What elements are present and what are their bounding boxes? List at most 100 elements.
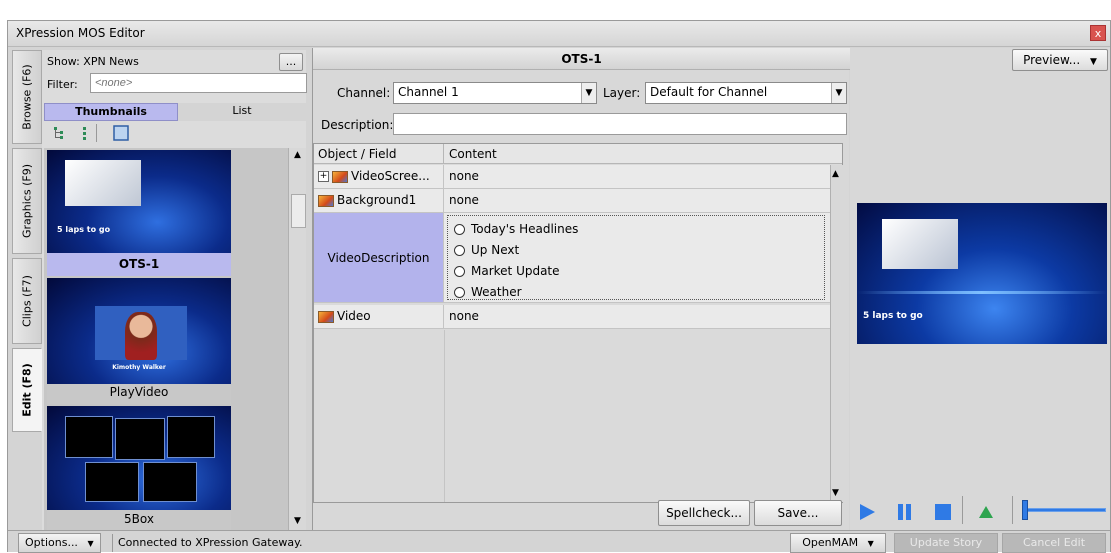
- image-object-icon: [332, 170, 348, 183]
- chevron-down-icon[interactable]: ▼: [581, 83, 596, 103]
- preview-button-label: Preview...: [1023, 53, 1081, 67]
- update-story-button[interactable]: Update Story: [894, 533, 998, 553]
- preview-image: 5 laps to go: [857, 203, 1107, 344]
- grid-row-videoscreen[interactable]: + VideoScree... none: [314, 165, 830, 189]
- row-field: Background1: [314, 189, 444, 212]
- show-browse-button[interactable]: ...: [279, 53, 303, 71]
- radio-option-up-next[interactable]: Up Next: [454, 240, 519, 260]
- scroll-up-icon[interactable]: ▲: [832, 169, 839, 179]
- chevron-down-icon: ▼: [1089, 57, 1097, 67]
- spellcheck-button[interactable]: Spellcheck...: [658, 500, 750, 526]
- preview-overlay-text: 5 laps to go: [863, 311, 923, 321]
- grid-row-videodescription[interactable]: VideoDescription Today's Headlines Up Ne…: [314, 213, 830, 303]
- frame-view-icon[interactable]: [112, 124, 130, 145]
- status-divider: [112, 534, 113, 552]
- scrollbar-thumb[interactable]: [291, 194, 306, 228]
- thumbnail-ots-1-image: 5 laps to go: [47, 150, 231, 253]
- radio-icon[interactable]: [454, 266, 465, 277]
- thumbnail-5box-label: 5Box: [124, 512, 154, 526]
- layer-select[interactable]: Default for Channel ▼: [645, 82, 847, 104]
- timeline-slider-track[interactable]: [1022, 508, 1106, 512]
- radio-icon[interactable]: [454, 245, 465, 256]
- grid-row-video[interactable]: Video none: [314, 305, 830, 329]
- dotted-list-icon[interactable]: [78, 126, 92, 143]
- grid-row-background1[interactable]: Background1 none: [314, 189, 830, 213]
- thumbnail-ots-1-label: OTS-1: [118, 257, 160, 271]
- thumbnail-playvideo-image: Kimothy Walker: [47, 278, 231, 384]
- radio-option-weather[interactable]: Weather: [454, 282, 522, 302]
- row-content[interactable]: none: [445, 189, 830, 212]
- timeline-slider-handle[interactable]: [1022, 500, 1028, 520]
- header-content[interactable]: Content: [445, 144, 825, 163]
- openmam-button-label: OpenMAM: [802, 536, 859, 549]
- window-title: XPression MOS Editor: [16, 26, 145, 40]
- template-title: OTS-1: [313, 48, 850, 70]
- openmam-button[interactable]: OpenMAM ▼: [790, 533, 886, 553]
- radio-group: Today's Headlines Up Next Market Update …: [447, 215, 825, 300]
- field-name: VideoDescription: [314, 213, 444, 302]
- row-content[interactable]: none: [445, 305, 830, 328]
- preview-light-streak: [857, 291, 1107, 294]
- radio-label: Weather: [471, 285, 522, 299]
- image-object-icon: [318, 194, 334, 207]
- stop-icon[interactable]: [934, 503, 952, 524]
- grid-scrollbar[interactable]: ▲ ▼: [830, 165, 843, 502]
- layer-value: Default for Channel: [650, 85, 768, 99]
- row-content[interactable]: none: [445, 165, 830, 188]
- play-icon[interactable]: [858, 503, 876, 524]
- preview-video-box: [882, 219, 958, 269]
- options-button[interactable]: Options... ▼: [18, 533, 101, 553]
- tab-clips-label: Clips (F7): [20, 275, 34, 327]
- options-button-label: Options...: [25, 536, 78, 549]
- thumbnail-5box[interactable]: 5Box: [47, 406, 231, 530]
- channel-select[interactable]: Channel 1 ▼: [393, 82, 597, 104]
- tree-view-icon[interactable]: [52, 126, 66, 143]
- thumbnail-playvideo[interactable]: Kimothy Walker PlayVideo: [47, 278, 231, 404]
- status-message: Connected to XPression Gateway.: [118, 536, 303, 549]
- description-input[interactable]: [393, 113, 847, 135]
- tab-thumbnails[interactable]: Thumbnails: [44, 103, 178, 121]
- layer-label: Layer:: [603, 86, 641, 100]
- radio-icon[interactable]: [454, 287, 465, 298]
- scroll-up-icon[interactable]: ▲: [291, 150, 304, 162]
- row-field: + VideoScree...: [314, 165, 444, 188]
- thumbnail-list: 5 laps to go OTS-1 Kimothy Walker PlayVi…: [44, 148, 288, 530]
- radio-option-market-update[interactable]: Market Update: [454, 261, 560, 281]
- tab-browse[interactable]: Browse (F6): [12, 50, 42, 144]
- field-name: Video: [337, 309, 371, 323]
- close-button[interactable]: x: [1090, 25, 1106, 41]
- filter-input[interactable]: [90, 73, 307, 93]
- radio-option-todays-headlines[interactable]: Today's Headlines: [454, 219, 578, 239]
- header-object-field[interactable]: Object / Field: [314, 144, 444, 163]
- filter-label: Filter:: [47, 78, 78, 91]
- thumbnail-5box-image: [47, 406, 231, 510]
- preview-button[interactable]: Preview... ▼: [1012, 49, 1108, 71]
- cancel-edit-button[interactable]: Cancel Edit: [1002, 533, 1106, 553]
- chevron-down-icon[interactable]: ▼: [831, 83, 846, 103]
- show-label: Show: XPN News: [47, 55, 139, 68]
- description-label: Description:: [321, 118, 394, 132]
- tab-browse-label: Browse (F6): [20, 64, 34, 130]
- status-bar: Options... ▼ Connected to XPression Gate…: [8, 530, 1110, 553]
- thumbnail-ots-1-overlay: 5 laps to go: [57, 225, 111, 234]
- tab-edit[interactable]: Edit (F8): [12, 348, 42, 432]
- channel-label: Channel:: [337, 86, 391, 100]
- radio-icon[interactable]: [454, 224, 465, 235]
- scroll-down-icon[interactable]: ▼: [291, 516, 304, 528]
- scroll-down-icon[interactable]: ▼: [832, 488, 839, 498]
- editor-panel: OTS-1 Channel: Channel 1 ▼ Layer: Defaul…: [312, 48, 850, 532]
- thumbnail-ots-1[interactable]: 5 laps to go OTS-1: [47, 150, 231, 276]
- image-object-icon: [318, 310, 334, 323]
- tab-list[interactable]: List: [178, 103, 306, 121]
- tab-clips[interactable]: Clips (F7): [12, 258, 42, 344]
- tab-graphics[interactable]: Graphics (F9): [12, 148, 42, 254]
- controls-divider: [962, 496, 963, 524]
- radio-label: Up Next: [471, 243, 520, 257]
- expand-icon[interactable]: +: [318, 171, 329, 182]
- pause-icon[interactable]: [896, 503, 914, 524]
- thumbnail-playvideo-label: PlayVideo: [109, 385, 169, 399]
- radio-label: Market Update: [471, 264, 560, 278]
- thumbnail-scrollbar[interactable]: ▲ ▼: [288, 148, 306, 530]
- save-button[interactable]: Save...: [754, 500, 842, 526]
- take-arrow-icon[interactable]: [978, 505, 994, 522]
